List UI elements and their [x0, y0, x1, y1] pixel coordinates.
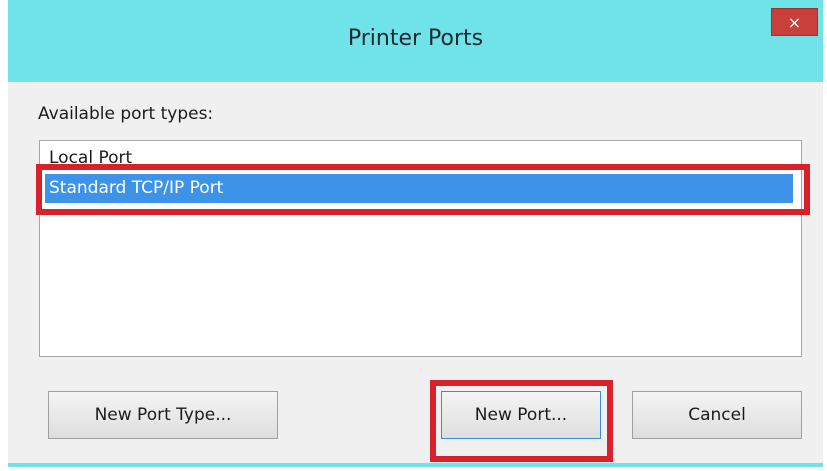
window-title: Printer Ports — [347, 26, 484, 51]
close-button[interactable]: × — [771, 8, 818, 36]
new-port-type-button[interactable]: New Port Type... — [48, 391, 278, 439]
cancel-button[interactable]: Cancel — [632, 391, 802, 439]
close-icon: × — [787, 13, 802, 32]
new-port-button[interactable]: New Port... — [441, 391, 601, 439]
list-item-standard-tcp-ip-port[interactable]: Standard TCP/IP Port — [45, 174, 793, 203]
title-bar[interactable]: Printer Ports × — [8, 0, 823, 82]
port-types-label: Available port types: — [38, 104, 214, 124]
list-item-local-port[interactable]: Local Port — [45, 144, 793, 173]
port-types-list[interactable]: Local Port Standard TCP/IP Port — [39, 140, 802, 357]
